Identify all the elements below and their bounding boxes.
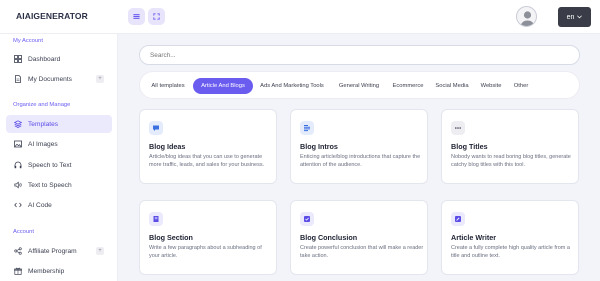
sidebar-item-speech-to-text[interactable]: Speech to Text: [6, 156, 112, 174]
headphones-icon: [14, 161, 22, 169]
image-icon: [14, 140, 22, 148]
sidebar-item-label: Templates: [28, 120, 59, 128]
share-icon: [14, 247, 22, 255]
sidebar-item-label: Text to Speech: [28, 181, 72, 189]
sidebar-item-dashboard[interactable]: Dashboard: [6, 50, 112, 68]
ellipsis-icon: [451, 121, 465, 135]
sidebar-item-label: Speech to Text: [28, 161, 72, 169]
sidebar-item-ai-code[interactable]: AI Code: [6, 196, 112, 214]
sidebar-item-label: AI Code: [28, 201, 52, 209]
sidebar: My Account Dashboard My Documents + Orga…: [0, 34, 118, 281]
card-title: Blog Intros: [300, 142, 338, 151]
grid-icon: [14, 55, 22, 63]
card-title: Blog Titles: [451, 142, 488, 151]
expand-plus-icon[interactable]: +: [96, 247, 104, 255]
sidebar-section-my-account: My Account: [13, 38, 43, 44]
sidebar-item-label: Membership: [28, 267, 65, 275]
sidebar-item-membership[interactable]: Membership: [6, 262, 112, 280]
category-tabs: All templates Article And Blogs Ads And …: [139, 71, 580, 99]
sidebar-section-account: Account: [13, 229, 34, 235]
sidebar-item-label: My Documents: [28, 75, 72, 83]
speaker-icon: [14, 181, 22, 189]
language-value: en: [566, 13, 575, 21]
card-description: Enticing article/blog introductions that…: [300, 154, 421, 169]
search-input[interactable]: [139, 45, 580, 65]
card-title: Article Writer: [451, 233, 497, 242]
card-title: Blog Ideas: [149, 142, 186, 151]
chat-bubble-icon: [149, 121, 163, 135]
sidebar-item-ai-images[interactable]: AI Images: [6, 135, 112, 153]
template-card-blog-conclusion[interactable]: Blog Conclusion Create powerful conclusi…: [290, 200, 428, 275]
top-bar: AIAIGENERATOR en: [0, 0, 600, 34]
tab-ecommerce[interactable]: Ecommerce: [390, 78, 426, 94]
expand-plus-icon[interactable]: +: [96, 75, 104, 83]
card-description: Write a few paragraphs about a subheadin…: [149, 245, 262, 260]
card-description: Create a fully complete high quality art…: [451, 245, 570, 260]
menu-toggle-button[interactable]: [128, 8, 145, 25]
language-select[interactable]: en: [558, 7, 591, 27]
chevron-down-icon: [577, 15, 583, 19]
gift-icon: [14, 267, 22, 275]
fullscreen-button[interactable]: [148, 8, 165, 25]
sidebar-item-affiliate-program[interactable]: Affiliate Program +: [6, 242, 112, 260]
sidebar-item-templates[interactable]: Templates: [6, 115, 112, 133]
card-title: Blog Conclusion: [300, 233, 358, 242]
sidebar-item-label: Dashboard: [28, 55, 61, 63]
template-card-article-writer[interactable]: Article Writer Create a fully complete h…: [441, 200, 579, 275]
card-title: Blog Section: [149, 233, 193, 242]
tab-article-and-blogs[interactable]: Article And Blogs: [193, 78, 253, 94]
tab-ads-and-marketing-tools[interactable]: Ads And Marketing Tools: [256, 78, 328, 94]
app-logo[interactable]: AIAIGENERATOR: [16, 11, 88, 21]
checkbox-icon: [300, 212, 314, 226]
sidebar-item-label: AI Images: [28, 140, 58, 148]
book-icon: [149, 212, 163, 226]
edit-icon: [451, 212, 465, 226]
sidebar-item-text-to-speech[interactable]: Text to Speech: [6, 176, 112, 194]
tab-website[interactable]: Website: [478, 78, 504, 94]
card-description: Nobody wants to read boring blog titles,…: [451, 154, 571, 169]
sidebar-item-my-documents[interactable]: My Documents +: [6, 70, 112, 88]
template-card-blog-titles[interactable]: Blog Titles Nobody wants to read boring …: [441, 109, 579, 184]
sidebar-section-organize: Organize and Manage: [13, 102, 71, 108]
card-description: Create powerful conclusion that will mak…: [300, 245, 424, 260]
document-icon: [14, 75, 22, 83]
layers-icon: [14, 120, 22, 128]
fullscreen-icon: [153, 13, 160, 20]
template-card-blog-section[interactable]: Blog Section Write a few paragraphs abou…: [139, 200, 277, 275]
sidebar-item-label: Affiliate Program: [28, 247, 77, 255]
tab-other[interactable]: Other: [510, 78, 532, 94]
tab-general-writing[interactable]: General Writing: [334, 78, 384, 94]
code-icon: [14, 201, 22, 209]
card-description: Article/blog ideas that you can use to g…: [149, 154, 265, 169]
tab-all-templates[interactable]: All templates: [144, 78, 192, 94]
user-avatar[interactable]: [516, 6, 537, 27]
template-card-blog-intros[interactable]: Blog Intros Enticing article/blog introd…: [290, 109, 428, 184]
tab-social-media[interactable]: Social Media: [432, 78, 472, 94]
text-lines-icon: [300, 121, 314, 135]
hamburger-icon: [133, 14, 140, 19]
template-card-blog-ideas[interactable]: Blog Ideas Article/blog ideas that you c…: [139, 109, 277, 184]
user-avatar-icon: [520, 11, 535, 26]
